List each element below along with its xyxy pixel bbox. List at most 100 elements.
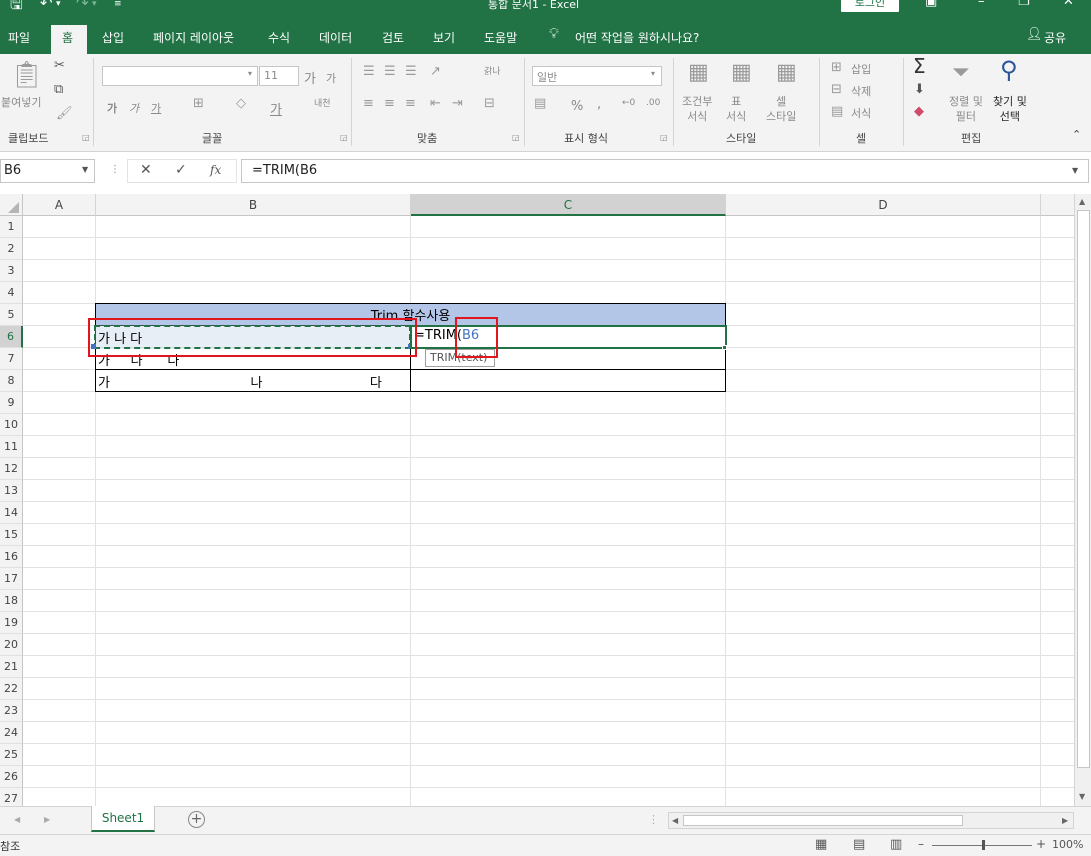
redo-dropdown-icon[interactable]: ▾	[92, 0, 97, 9]
prev-sheet-icon[interactable]: ◀	[14, 815, 20, 824]
font-launcher-icon[interactable]: ◲	[340, 133, 348, 142]
add-sheet-icon[interactable]: +	[188, 811, 205, 828]
worksheet-grid[interactable]: A B C D 1 2 3 4 5 6 7 8 9 10 11 12 13 14…	[0, 194, 1091, 806]
align-left-icon[interactable]: ≡	[363, 96, 374, 111]
row-header[interactable]: 17	[0, 568, 23, 590]
login-button[interactable]: 로그인	[841, 0, 899, 12]
formula-bar-handle-icon[interactable]: ⋮	[110, 164, 120, 175]
save-icon[interactable]: 🖫	[10, 0, 23, 14]
align-top-icon[interactable]: ☰	[363, 64, 375, 79]
collapse-ribbon-icon[interactable]: ⌃	[1072, 128, 1081, 141]
find-select-label[interactable]: 찾기 및 선택	[993, 94, 1027, 124]
tab-insert[interactable]: 삽입	[102, 29, 124, 46]
row-header[interactable]: 23	[0, 700, 23, 722]
delete-cells-icon[interactable]: ⊟	[831, 82, 842, 97]
page-layout-view-icon[interactable]: ▤	[853, 837, 865, 852]
zoom-out-icon[interactable]: –	[918, 837, 924, 851]
fill-icon[interactable]: ⬇	[914, 82, 925, 97]
row-header[interactable]: 13	[0, 480, 23, 502]
zoom-in-icon[interactable]: +	[1036, 837, 1046, 851]
cell-styles-icon[interactable]: ▦	[776, 60, 797, 85]
accounting-format-icon[interactable]: ▤	[534, 96, 546, 111]
row-header[interactable]: 16	[0, 546, 23, 568]
row-header[interactable]: 8	[0, 370, 23, 392]
sort-filter-label[interactable]: 정렬 및 필터	[949, 94, 983, 124]
tab-view[interactable]: 보기	[433, 29, 455, 46]
tab-home[interactable]: 홈	[62, 29, 73, 46]
decrease-decimal-icon[interactable]: .00	[646, 98, 660, 108]
insert-cells-label[interactable]: 삽입	[851, 61, 871, 77]
scroll-down-icon[interactable]: ▼	[1079, 792, 1085, 801]
row-header[interactable]: 25	[0, 744, 23, 766]
customize-qat-icon[interactable]: ≡	[114, 0, 122, 9]
tell-me-search[interactable]: 어떤 작업을 원하시나요?	[575, 29, 699, 46]
sort-filter-icon[interactable]: ⏷	[952, 60, 970, 85]
undo-icon[interactable]: ↶	[40, 0, 53, 12]
paste-label[interactable]: 붙여넣기	[1, 94, 41, 110]
row-header[interactable]: 10	[0, 414, 23, 436]
phonetic-icon[interactable]: 내천	[314, 96, 331, 109]
column-header-c[interactable]: C	[411, 194, 726, 216]
name-box-dropdown-icon[interactable]: ▼	[82, 165, 88, 174]
tab-file[interactable]: 파일	[8, 29, 30, 46]
increase-indent-icon[interactable]: ⇥	[452, 96, 463, 111]
underline-button[interactable]: 가	[151, 100, 161, 116]
name-box[interactable]: B6	[0, 159, 95, 183]
italic-button[interactable]: 가	[129, 100, 139, 116]
expand-formula-bar-icon[interactable]: ▼	[1072, 166, 1078, 175]
align-bottom-icon[interactable]: ☰	[405, 64, 417, 79]
font-name-box[interactable]	[102, 66, 258, 86]
undo-dropdown-icon[interactable]: ▾	[56, 0, 61, 9]
cell-styles-label[interactable]: 셀 스타일	[766, 94, 796, 124]
scroll-up-icon[interactable]: ▲	[1079, 197, 1085, 206]
ribbon-display-options-icon[interactable]: ▣	[925, 0, 937, 9]
align-center-icon[interactable]: ≡	[384, 96, 395, 111]
next-sheet-icon[interactable]: ▶	[44, 815, 50, 824]
format-cells-label[interactable]: 서식	[851, 105, 871, 121]
alignment-launcher-icon[interactable]: ◲	[512, 133, 520, 142]
row-header[interactable]: 26	[0, 766, 23, 788]
row-header[interactable]: 2	[0, 238, 23, 260]
horizontal-scrollbar[interactable]: ◀ ▶	[668, 812, 1074, 829]
row-header[interactable]: 27	[0, 788, 23, 806]
row-header[interactable]: 3	[0, 260, 23, 282]
fill-color-icon[interactable]: ◇	[236, 96, 246, 111]
grow-font-icon[interactable]: 가	[304, 68, 316, 87]
tab-data[interactable]: 데이터	[319, 29, 352, 46]
minimize-icon[interactable]: –	[978, 0, 985, 9]
format-cells-icon[interactable]: ▤	[831, 104, 843, 119]
row-header[interactable]: 20	[0, 634, 23, 656]
zoom-slider-thumb[interactable]	[982, 840, 985, 850]
copy-icon[interactable]: ⧉	[54, 82, 63, 97]
sheet-tab-sheet1[interactable]: Sheet1	[91, 806, 155, 832]
tab-help[interactable]: 도움말	[484, 29, 517, 46]
formula-input[interactable]: =TRIM(B6	[241, 159, 1089, 183]
scroll-right-icon[interactable]: ▶	[1062, 816, 1068, 825]
zoom-level[interactable]: 100%	[1052, 838, 1083, 851]
shrink-font-icon[interactable]: 가	[326, 70, 336, 86]
row-header[interactable]: 19	[0, 612, 23, 634]
row-header[interactable]: 4	[0, 282, 23, 304]
cut-icon[interactable]: ✂	[54, 58, 65, 73]
tab-review[interactable]: 검토	[382, 29, 404, 46]
row-header[interactable]: 15	[0, 524, 23, 546]
font-name-dropdown-icon[interactable]: ▾	[248, 69, 252, 78]
fill-handle[interactable]	[722, 345, 727, 350]
increase-decimal-icon[interactable]: ←0	[622, 98, 635, 108]
row-header[interactable]: 7	[0, 348, 23, 370]
page-break-view-icon[interactable]: ▥	[890, 837, 902, 852]
border-icon[interactable]: ⊞	[193, 96, 204, 111]
column-header-a[interactable]: A	[23, 194, 96, 216]
row-header[interactable]: 11	[0, 436, 23, 458]
clipboard-launcher-icon[interactable]: ◲	[82, 133, 90, 142]
tab-formulas[interactable]: 수식	[268, 29, 290, 46]
decrease-indent-icon[interactable]: ⇤	[430, 96, 441, 111]
wrap-text-icon[interactable]: 갉나	[484, 64, 501, 77]
number-launcher-icon[interactable]: ◲	[660, 133, 668, 142]
percent-style-button[interactable]: %	[571, 99, 583, 114]
vertical-scroll-thumb[interactable]	[1077, 210, 1090, 768]
paste-icon[interactable]: 📋︎	[10, 60, 43, 90]
format-painter-icon[interactable]: 🖌︎	[56, 106, 73, 121]
insert-function-icon[interactable]: fx	[210, 163, 221, 177]
merge-center-icon[interactable]: ⊟	[484, 96, 495, 111]
